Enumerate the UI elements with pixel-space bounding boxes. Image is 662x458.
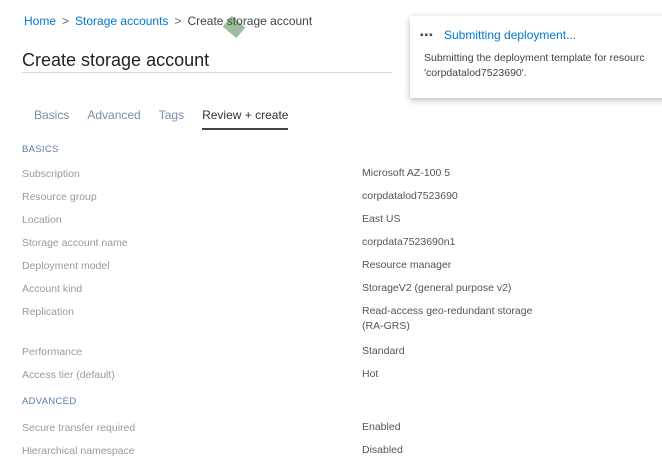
tab-advanced[interactable]: Advanced (87, 108, 140, 130)
breadcrumb-separator: > (62, 14, 70, 28)
value-secure-transfer: Enabled (362, 421, 401, 433)
tab-review-create[interactable]: Review + create (202, 108, 289, 130)
label-deployment-model: Deployment model (22, 260, 110, 272)
value-access-tier: Hot (362, 368, 379, 380)
section-heading-basics: BASICS (22, 144, 59, 155)
label-account-kind: Account kind (22, 283, 83, 295)
breadcrumb: Home > Storage accounts > Create storage acc… (24, 14, 312, 28)
breadcrumb-separator: > (174, 14, 182, 28)
more-dots-icon: ▪▪▪ (420, 30, 434, 41)
value-replication: Read-access geo-redundant storage (362, 305, 533, 317)
label-resource-group: Resource group (22, 191, 97, 203)
value-location: East US (362, 213, 401, 225)
value-replication-code: (RA-GRS) (362, 320, 410, 332)
value-performance: Standard (362, 345, 405, 357)
page-title: Create storage account (22, 50, 210, 71)
label-location: Location (22, 214, 62, 226)
tab-tags[interactable]: Tags (159, 108, 184, 130)
tab-strip: Basics Advanced Tags Review + create (34, 108, 306, 130)
label-performance: Performance (22, 346, 83, 358)
notification-title: Submitting deployment... (444, 28, 577, 42)
section-heading-advanced: ADVANCED (22, 396, 77, 407)
value-account-kind: StorageV2 (general purpose v2) (362, 282, 512, 294)
label-access-tier: Access tier (default) (22, 369, 115, 381)
value-storage-account-name: corpdata7523690n1 (362, 236, 456, 248)
title-divider (22, 72, 392, 73)
label-hierarchical-namespace: Hierarchical namespace (22, 445, 135, 457)
breadcrumb-home[interactable]: Home (24, 14, 56, 28)
notification-message: Submitting the deployment template for r… (424, 52, 645, 79)
tab-basics[interactable]: Basics (34, 108, 69, 130)
breadcrumb-current: Create storage account (187, 14, 313, 28)
label-secure-transfer: Secure transfer required (22, 422, 136, 434)
deployment-notification[interactable]: ▪▪▪ Submitting deployment... Submitting … (410, 16, 662, 98)
label-subscription: Subscription (22, 168, 80, 180)
label-storage-account-name: Storage account name (22, 237, 128, 249)
label-replication: Replication (22, 306, 74, 318)
value-hierarchical-namespace: Disabled (362, 444, 403, 456)
value-resource-group: corpdatalod7523690 (362, 190, 458, 202)
value-subscription: Microsoft AZ-100 5 (362, 167, 451, 179)
breadcrumb-storage-accounts[interactable]: Storage accounts (75, 14, 168, 28)
value-deployment-model: Resource manager (362, 259, 452, 271)
